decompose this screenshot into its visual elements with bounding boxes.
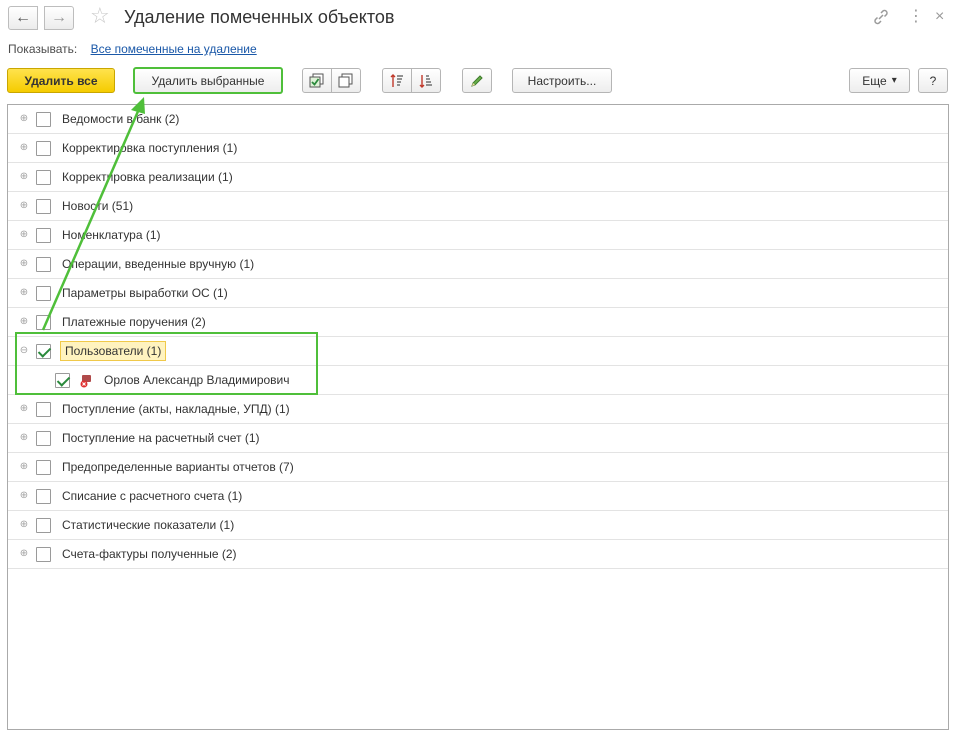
- more-menu-icon[interactable]: ⋮: [908, 8, 924, 26]
- configure-button[interactable]: Настроить...: [512, 68, 612, 93]
- expand-icon[interactable]: ⊕: [19, 433, 29, 443]
- window-title: Удаление помеченных объектов: [124, 7, 395, 27]
- row-checkbox[interactable]: [36, 431, 51, 446]
- tree-row[interactable]: ⊕ Корректировка реализации (1): [8, 163, 948, 192]
- filter-label: Показывать:: [8, 42, 78, 56]
- row-checkbox[interactable]: [36, 228, 51, 243]
- expand-icon[interactable]: ⊕: [19, 201, 29, 211]
- row-checkbox[interactable]: [36, 344, 51, 359]
- marked-objects-tree: ⊕ Ведомости в банк (2) ⊕ Корректировка пост…: [7, 104, 949, 730]
- row-label: Поступление (акты, накладные, УПД) (1): [62, 402, 290, 416]
- row-label: Операции, введенные вручную (1): [62, 257, 255, 271]
- expand-icon[interactable]: ⊕: [19, 143, 29, 153]
- link-icon[interactable]: [872, 8, 890, 31]
- row-label: Корректировка поступления (1): [62, 141, 238, 155]
- row-label: Счета-фактуры полученные (2): [62, 547, 237, 561]
- row-label: Поступление на расчетный счет (1): [62, 431, 260, 445]
- row-checkbox[interactable]: [36, 315, 51, 330]
- collapse-icon[interactable]: ⊖: [19, 346, 29, 356]
- tree-row[interactable]: ⊖ Пользователи (1): [8, 337, 948, 366]
- sort-descending-icon: [419, 74, 432, 88]
- row-checkbox[interactable]: [36, 460, 51, 475]
- expand-icon[interactable]: ⊕: [19, 549, 29, 559]
- row-checkbox[interactable]: [36, 141, 51, 156]
- expand-icon[interactable]: ⊕: [19, 172, 29, 182]
- arrow-right-icon: →: [51, 9, 67, 26]
- row-checkbox[interactable]: [36, 547, 51, 562]
- row-label: Предопределенные варианты отчетов (7): [62, 460, 294, 474]
- expand-icon[interactable]: ⊕: [19, 288, 29, 298]
- tree-row[interactable]: ⊕ Предопределенные варианты отчетов (7): [8, 453, 948, 482]
- delete-selected-button[interactable]: Удалить выбранные: [133, 67, 283, 94]
- filter-line: Показывать: Все помеченные на удаление: [8, 42, 257, 56]
- expand-icon[interactable]: ⊕: [19, 491, 29, 501]
- more-button[interactable]: Еще ▾: [849, 68, 910, 93]
- tree-row[interactable]: ⊕ Списание с расчетного счета (1): [8, 482, 948, 511]
- back-button[interactable]: ←: [8, 6, 38, 30]
- marked-for-deletion-user-icon: [80, 375, 91, 388]
- check-all-button[interactable]: [302, 68, 332, 93]
- row-checkbox[interactable]: [36, 112, 51, 127]
- pencil-icon: [471, 74, 483, 87]
- expand-icon[interactable]: ⊕: [19, 317, 29, 327]
- delete-all-button[interactable]: Удалить все: [7, 68, 115, 93]
- tree-child-row[interactable]: Орлов Александр Владимирович: [8, 366, 948, 395]
- row-label: Платежные поручения (2): [62, 315, 206, 329]
- row-checkbox[interactable]: [36, 170, 51, 185]
- tree-row[interactable]: ⊕ Поступление (акты, накладные, УПД) (1): [8, 395, 948, 424]
- help-button[interactable]: ?: [918, 68, 948, 93]
- sort-descending-button[interactable]: [411, 68, 441, 93]
- row-label: Новости (51): [62, 199, 134, 213]
- filter-link[interactable]: Все помеченные на удаление: [91, 42, 257, 56]
- row-checkbox[interactable]: [36, 518, 51, 533]
- tree-row[interactable]: ⊕ Номенклатура (1): [8, 221, 948, 250]
- sort-ascending-icon: [390, 73, 403, 87]
- expand-icon[interactable]: ⊕: [19, 230, 29, 240]
- expand-icon[interactable]: ⊕: [19, 462, 29, 472]
- check-all-icon: [309, 73, 324, 87]
- tree-row[interactable]: ⊕ Поступление на расчетный счет (1): [8, 424, 948, 453]
- tree-row[interactable]: ⊕ Платежные поручения (2): [8, 308, 948, 337]
- tree-row[interactable]: ⊕ Статистические показатели (1): [8, 511, 948, 540]
- expand-icon[interactable]: ⊕: [19, 404, 29, 414]
- uncheck-all-icon: [338, 73, 353, 87]
- sort-ascending-button[interactable]: [382, 68, 412, 93]
- row-checkbox[interactable]: [36, 286, 51, 301]
- row-label: Пользователи (1): [60, 341, 167, 361]
- chevron-down-icon: ▾: [891, 75, 897, 86]
- expand-icon[interactable]: ⊕: [19, 259, 29, 269]
- row-checkbox[interactable]: [55, 373, 70, 388]
- title-bar: ← → ☆ Удаление помеченных объектов ⋮ ×: [0, 0, 960, 36]
- more-label: Еще: [862, 73, 887, 88]
- favorite-star-icon[interactable]: ☆: [90, 5, 110, 27]
- tree-row[interactable]: ⊕ Ведомости в банк (2): [8, 105, 948, 134]
- tree-row[interactable]: ⊕ Операции, введенные вручную (1): [8, 250, 948, 279]
- forward-button[interactable]: →: [44, 6, 74, 30]
- row-checkbox[interactable]: [36, 199, 51, 214]
- tree-row[interactable]: ⊕ Счета-фактуры полученные (2): [8, 540, 948, 569]
- expand-icon[interactable]: ⊕: [19, 114, 29, 124]
- tree-row[interactable]: ⊕ Параметры выработки ОС (1): [8, 279, 948, 308]
- row-label: Параметры выработки ОС (1): [62, 286, 228, 300]
- arrow-left-icon: ←: [15, 9, 31, 26]
- uncheck-all-button[interactable]: [331, 68, 361, 93]
- tree-row[interactable]: ⊕ Корректировка поступления (1): [8, 134, 948, 163]
- row-label: Ведомости в банк (2): [62, 112, 180, 126]
- close-icon[interactable]: ×: [935, 8, 944, 26]
- tree-row[interactable]: ⊕ Новости (51): [8, 192, 948, 221]
- row-label: Корректировка реализации (1): [62, 170, 233, 184]
- edit-button[interactable]: [462, 68, 492, 93]
- expand-icon[interactable]: ⊕: [19, 520, 29, 530]
- row-label: Списание с расчетного счета (1): [62, 489, 243, 503]
- row-label: Статистические показатели (1): [62, 518, 235, 532]
- row-label: Номенклатура (1): [62, 228, 161, 242]
- row-checkbox[interactable]: [36, 489, 51, 504]
- row-label: Орлов Александр Владимирович: [104, 373, 290, 387]
- row-checkbox[interactable]: [36, 402, 51, 417]
- row-checkbox[interactable]: [36, 257, 51, 272]
